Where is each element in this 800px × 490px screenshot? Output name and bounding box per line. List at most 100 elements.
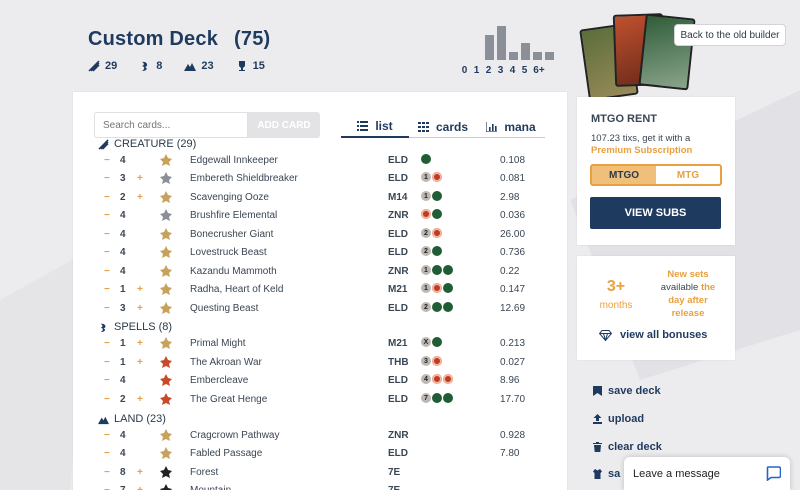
increase-quantity-button[interactable]: + [137,357,143,368]
save-deck-link[interactable]: save deck [593,385,661,397]
red-mana-icon [432,172,442,182]
card-row[interactable]: −1 + Primal Might M21 X 0.213 [103,335,543,353]
card-quantity: 4 [120,266,126,277]
decrease-quantity-button[interactable]: − [104,192,110,203]
card-price: 7.80 [500,448,520,459]
increase-quantity-button[interactable]: + [137,467,143,478]
card-name[interactable]: Fabled Passage [190,448,262,459]
bookmark-icon [593,386,602,396]
card-row[interactable]: −2 + Scavenging Ooze M14 1 2.98 [103,189,543,207]
card-name[interactable]: Edgewall Innkeeper [190,155,278,166]
mtgo-rent-panel: MTGO RENT 107.23 tixs, get it with a Pre… [577,97,735,245]
card-row[interactable]: −4 Fabled Passage ELD 7.80 [103,445,543,463]
card-set: M21 [388,284,408,295]
partial-action-link[interactable]: sa [593,468,620,480]
increase-quantity-button[interactable]: + [137,394,143,405]
tab-list[interactable]: list [341,116,409,138]
card-row[interactable]: −4 Bonecrusher Giant ELD 2 26.00 [103,226,543,244]
decrease-quantity-button[interactable]: − [104,448,110,459]
decrease-quantity-button[interactable]: − [104,394,110,405]
deck-count: (75) [234,28,271,50]
decrease-quantity-button[interactable]: − [104,303,110,314]
card-row[interactable]: −8 + Forest 7E [103,464,543,482]
tab-mana[interactable]: mana [477,116,545,138]
card-name[interactable]: Kazandu Mammoth [190,266,277,277]
card-quantity: 7 [120,485,126,490]
decrease-quantity-button[interactable]: − [104,430,110,441]
tab-cards[interactable]: cards [409,116,477,138]
card-name[interactable]: Brushfire Elemental [190,210,277,221]
card-search-input[interactable] [94,112,248,138]
set-symbol-icon [160,191,172,203]
card-price: 26.00 [500,229,526,240]
card-row[interactable]: −2 + The Great Henge ELD 7 17.70 [103,391,543,409]
card-row[interactable]: −3 + Questing Beast ELD 2 12.69 [103,300,543,318]
card-set: 7E [388,485,400,490]
card-row[interactable]: −4 Cragcrown Pathway ZNR 0.928 [103,427,543,445]
card-row[interactable]: −4 Kazandu Mammoth ZNR 1 0.22 [103,263,543,281]
stat-lands: 23 [184,60,214,72]
card-row[interactable]: − 7 + Mountain 7E [103,482,543,490]
card-row[interactable]: −4 Lovestruck Beast ELD 2 0.736 [103,244,543,262]
card-name[interactable]: Mountain [190,485,231,490]
increase-quantity-button[interactable]: + [137,284,143,295]
card-row[interactable]: −4 Embercleave ELD 4 8.96 [103,372,543,390]
card-name[interactable]: Radha, Heart of Keld [190,284,283,295]
platform-mtg-option[interactable]: MTG [656,166,720,184]
card-row[interactable]: −3 + Embereth Shieldbreaker ELD 1 0.081 [103,170,543,188]
leave-message-chat[interactable]: Leave a message [624,457,790,490]
card-set: ZNR [388,266,409,277]
card-name[interactable]: The Akroan War [190,357,262,368]
decrease-quantity-button[interactable]: − [104,467,110,478]
card-name[interactable]: Forest [190,467,218,478]
premium-subscription-link[interactable]: Premium Subscription [591,145,692,156]
increase-quantity-button[interactable]: + [137,338,143,349]
view-tabs: list cards mana [341,116,545,138]
card-price: 0.736 [500,247,526,258]
card-name[interactable]: Lovestruck Beast [190,247,267,258]
mana-cost [421,209,442,219]
back-to-old-builder-button[interactable]: Back to the old builder [674,24,786,46]
green-mana-icon [432,265,442,275]
increase-quantity-button[interactable]: + [137,173,143,184]
curve-labels: 0 1 2 3 4 5 6+ [460,65,546,76]
card-name[interactable]: Primal Might [190,338,246,349]
view-all-bonuses-link[interactable]: view all bonuses [599,329,707,341]
card-name[interactable]: Cragcrown Pathway [190,430,279,441]
increase-quantity-button[interactable]: + [137,192,143,203]
view-subs-button[interactable]: VIEW SUBS [590,197,721,229]
card-name[interactable]: The Great Henge [190,394,267,405]
card-name[interactable]: Questing Beast [190,303,258,314]
decrease-quantity-button[interactable]: − [104,173,110,184]
decrease-quantity-button[interactable]: − [104,338,110,349]
card-name[interactable]: Embercleave [190,375,248,386]
card-row[interactable]: −4 Brushfire Elemental ZNR 0.036 [103,207,543,225]
increase-quantity-button[interactable]: + [137,303,143,314]
decrease-quantity-button[interactable]: − [104,485,110,490]
platform-mtgo-option[interactable]: MTGO [592,166,656,184]
decrease-quantity-button[interactable]: − [104,357,110,368]
card-name[interactable]: Embereth Shieldbreaker [190,173,298,184]
add-card-button[interactable]: ADD CARD [248,112,320,138]
curve-bar-5 [533,51,542,60]
card-quantity: 4 [120,210,126,221]
decrease-quantity-button[interactable]: − [104,229,110,240]
card-name[interactable]: Scavenging Ooze [190,192,269,203]
decrease-quantity-button[interactable]: − [104,375,110,386]
card-row[interactable]: −4 Edgewall Innkeeper ELD 0.108 [103,152,543,170]
card-name[interactable]: Bonecrusher Giant [190,229,273,240]
mana-cost: 1 [421,265,453,275]
decrease-quantity-button[interactable]: − [104,210,110,221]
card-row[interactable]: −1 + The Akroan War THB 3 0.027 [103,354,543,372]
card-row[interactable]: −1 + Radha, Heart of Keld M21 1 0.147 [103,281,543,299]
card-quantity: 4 [120,448,126,459]
decrease-quantity-button[interactable]: − [104,155,110,166]
set-symbol-icon [160,154,172,166]
decrease-quantity-button[interactable]: − [104,247,110,258]
increase-quantity-button[interactable]: + [137,485,143,490]
decrease-quantity-button[interactable]: − [104,284,110,295]
decrease-quantity-button[interactable]: − [104,266,110,277]
mana-cost: 1 [421,283,453,293]
clear-deck-link[interactable]: clear deck [593,441,662,453]
upload-link[interactable]: upload [593,413,644,425]
